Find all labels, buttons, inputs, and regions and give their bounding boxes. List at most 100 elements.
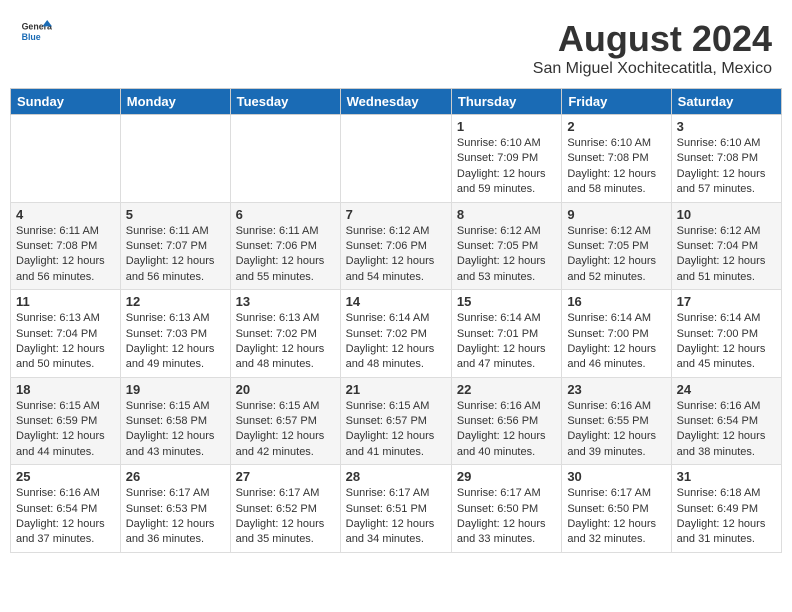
day-number: 28 xyxy=(346,469,446,484)
day-info: Sunrise: 6:15 AM Sunset: 6:57 PM Dayligh… xyxy=(346,399,446,461)
day-number: 2 xyxy=(567,119,665,134)
day-info: Sunrise: 6:16 AM Sunset: 6:55 PM Dayligh… xyxy=(567,399,665,461)
calendar-cell-4-5: 30 Sunrise: 6:17 AM Sunset: 6:50 PM Dayli… xyxy=(562,465,671,553)
day-number: 14 xyxy=(346,294,446,309)
day-number: 25 xyxy=(16,469,115,484)
calendar-cell-3-6: 24 Sunrise: 6:16 AM Sunset: 6:54 PM Dayli… xyxy=(671,377,781,465)
day-number: 30 xyxy=(567,469,665,484)
day-number: 16 xyxy=(567,294,665,309)
header: General Blue August 2024 San Miguel Xoch… xyxy=(10,10,782,82)
calendar-cell-4-6: 31Sunrise: 6:18 AM Sunset: 6:49 PM Dayli… xyxy=(671,465,781,553)
day-number: 26 xyxy=(126,469,225,484)
day-number: 5 xyxy=(126,207,225,222)
day-info: Sunrise: 6:11 AM Sunset: 7:06 PM Dayligh… xyxy=(236,224,335,286)
day-info: Sunrise: 6:13 AM Sunset: 7:02 PM Dayligh… xyxy=(236,311,335,373)
day-number: 18 xyxy=(16,382,115,397)
calendar-cell-2-3: 14Sunrise: 6:14 AM Sunset: 7:02 PM Dayli… xyxy=(340,290,451,378)
day-number: 15 xyxy=(457,294,556,309)
day-info: Sunrise: 6:15 AM Sunset: 6:59 PM Dayligh… xyxy=(16,399,115,461)
day-number: 20 xyxy=(236,382,335,397)
day-number: 29 xyxy=(457,469,556,484)
day-number: 21 xyxy=(346,382,446,397)
day-info: Sunrise: 6:12 AM Sunset: 7:05 PM Dayligh… xyxy=(567,224,665,286)
calendar-cell-3-1: 19 Sunrise: 6:15 AM Sunset: 6:58 PM Dayli… xyxy=(120,377,230,465)
calendar-cell-1-2: 6 Sunrise: 6:11 AM Sunset: 7:06 PM Daylig… xyxy=(230,202,340,290)
day-info: Sunrise: 6:12 AM Sunset: 7:06 PM Dayligh… xyxy=(346,224,446,286)
col-header-monday: Monday xyxy=(120,89,230,115)
calendar-cell-1-5: 9 Sunrise: 6:12 AM Sunset: 7:05 PM Daylig… xyxy=(562,202,671,290)
col-header-friday: Friday xyxy=(562,89,671,115)
day-info: Sunrise: 6:10 AM Sunset: 7:08 PM Dayligh… xyxy=(567,136,665,198)
day-number: 8 xyxy=(457,207,556,222)
day-number: 11 xyxy=(16,294,115,309)
svg-text:Blue: Blue xyxy=(22,32,41,42)
calendar-cell-2-4: 15 Sunrise: 6:14 AM Sunset: 7:01 PM Dayli… xyxy=(451,290,561,378)
calendar-table: SundayMondayTuesdayWednesdayThursdayFrid… xyxy=(10,88,782,553)
day-info: Sunrise: 6:18 AM Sunset: 6:49 PM Dayligh… xyxy=(677,486,776,548)
day-info: Sunrise: 6:13 AM Sunset: 7:03 PM Dayligh… xyxy=(126,311,225,373)
day-info: Sunrise: 6:17 AM Sunset: 6:50 PM Dayligh… xyxy=(567,486,665,548)
logo-icon: General Blue xyxy=(20,18,52,46)
col-header-thursday: Thursday xyxy=(451,89,561,115)
calendar-cell-4-3: 28 Sunrise: 6:17 AM Sunset: 6:51 PM Dayli… xyxy=(340,465,451,553)
calendar-header-row: SundayMondayTuesdayWednesdayThursdayFrid… xyxy=(11,89,782,115)
logo: General Blue xyxy=(20,18,52,46)
calendar-week-3: 18 Sunrise: 6:15 AM Sunset: 6:59 PM Dayli… xyxy=(11,377,782,465)
calendar-cell-3-2: 20 Sunrise: 6:15 AM Sunset: 6:57 PM Dayli… xyxy=(230,377,340,465)
col-header-tuesday: Tuesday xyxy=(230,89,340,115)
col-header-wednesday: Wednesday xyxy=(340,89,451,115)
day-number: 24 xyxy=(677,382,776,397)
calendar-cell-4-1: 26Sunrise: 6:17 AM Sunset: 6:53 PM Dayli… xyxy=(120,465,230,553)
day-number: 19 xyxy=(126,382,225,397)
day-number: 22 xyxy=(457,382,556,397)
calendar-cell-3-4: 22Sunrise: 6:16 AM Sunset: 6:56 PM Dayli… xyxy=(451,377,561,465)
calendar-week-4: 25 Sunrise: 6:16 AM Sunset: 6:54 PM Dayli… xyxy=(11,465,782,553)
day-info: Sunrise: 6:13 AM Sunset: 7:04 PM Dayligh… xyxy=(16,311,115,373)
calendar-cell-1-3: 7 Sunrise: 6:12 AM Sunset: 7:06 PM Daylig… xyxy=(340,202,451,290)
day-info: Sunrise: 6:15 AM Sunset: 6:58 PM Dayligh… xyxy=(126,399,225,461)
calendar-cell-3-3: 21 Sunrise: 6:15 AM Sunset: 6:57 PM Dayli… xyxy=(340,377,451,465)
day-number: 6 xyxy=(236,207,335,222)
day-number: 4 xyxy=(16,207,115,222)
calendar-cell-2-2: 13 Sunrise: 6:13 AM Sunset: 7:02 PM Dayli… xyxy=(230,290,340,378)
day-info: Sunrise: 6:12 AM Sunset: 7:05 PM Dayligh… xyxy=(457,224,556,286)
day-info: Sunrise: 6:12 AM Sunset: 7:04 PM Dayligh… xyxy=(677,224,776,286)
calendar-cell-0-5: 2 Sunrise: 6:10 AM Sunset: 7:08 PM Daylig… xyxy=(562,115,671,203)
calendar-cell-0-3 xyxy=(340,115,451,203)
calendar-week-2: 11 Sunrise: 6:13 AM Sunset: 7:04 PM Dayli… xyxy=(11,290,782,378)
col-header-saturday: Saturday xyxy=(671,89,781,115)
day-number: 9 xyxy=(567,207,665,222)
calendar-cell-3-5: 23 Sunrise: 6:16 AM Sunset: 6:55 PM Dayli… xyxy=(562,377,671,465)
day-info: Sunrise: 6:16 AM Sunset: 6:54 PM Dayligh… xyxy=(16,486,115,548)
day-info: Sunrise: 6:16 AM Sunset: 6:54 PM Dayligh… xyxy=(677,399,776,461)
calendar-cell-0-1 xyxy=(120,115,230,203)
calendar-cell-4-0: 25 Sunrise: 6:16 AM Sunset: 6:54 PM Dayli… xyxy=(11,465,121,553)
day-info: Sunrise: 6:11 AM Sunset: 7:08 PM Dayligh… xyxy=(16,224,115,286)
col-header-sunday: Sunday xyxy=(11,89,121,115)
title-section: August 2024 San Miguel Xochitecatitla, M… xyxy=(533,18,772,78)
day-number: 7 xyxy=(346,207,446,222)
day-info: Sunrise: 6:17 AM Sunset: 6:51 PM Dayligh… xyxy=(346,486,446,548)
day-number: 13 xyxy=(236,294,335,309)
day-info: Sunrise: 6:17 AM Sunset: 6:50 PM Dayligh… xyxy=(457,486,556,548)
day-info: Sunrise: 6:10 AM Sunset: 7:09 PM Dayligh… xyxy=(457,136,556,198)
day-number: 17 xyxy=(677,294,776,309)
calendar-cell-4-4: 29 Sunrise: 6:17 AM Sunset: 6:50 PM Dayli… xyxy=(451,465,561,553)
calendar-cell-2-6: 17Sunrise: 6:14 AM Sunset: 7:00 PM Dayli… xyxy=(671,290,781,378)
calendar-cell-0-2 xyxy=(230,115,340,203)
day-number: 1 xyxy=(457,119,556,134)
day-info: Sunrise: 6:14 AM Sunset: 7:01 PM Dayligh… xyxy=(457,311,556,373)
day-info: Sunrise: 6:17 AM Sunset: 6:52 PM Dayligh… xyxy=(236,486,335,548)
calendar-cell-0-6: 3Sunrise: 6:10 AM Sunset: 7:08 PM Daylig… xyxy=(671,115,781,203)
calendar-cell-0-0 xyxy=(11,115,121,203)
day-info: Sunrise: 6:15 AM Sunset: 6:57 PM Dayligh… xyxy=(236,399,335,461)
day-number: 10 xyxy=(677,207,776,222)
day-number: 23 xyxy=(567,382,665,397)
calendar-cell-2-0: 11 Sunrise: 6:13 AM Sunset: 7:04 PM Dayli… xyxy=(11,290,121,378)
calendar-week-0: 1 Sunrise: 6:10 AM Sunset: 7:09 PM Daylig… xyxy=(11,115,782,203)
day-number: 3 xyxy=(677,119,776,134)
calendar-cell-2-5: 16Sunrise: 6:14 AM Sunset: 7:00 PM Dayli… xyxy=(562,290,671,378)
calendar-cell-4-2: 27Sunrise: 6:17 AM Sunset: 6:52 PM Dayli… xyxy=(230,465,340,553)
day-number: 12 xyxy=(126,294,225,309)
calendar-week-1: 4 Sunrise: 6:11 AM Sunset: 7:08 PM Daylig… xyxy=(11,202,782,290)
